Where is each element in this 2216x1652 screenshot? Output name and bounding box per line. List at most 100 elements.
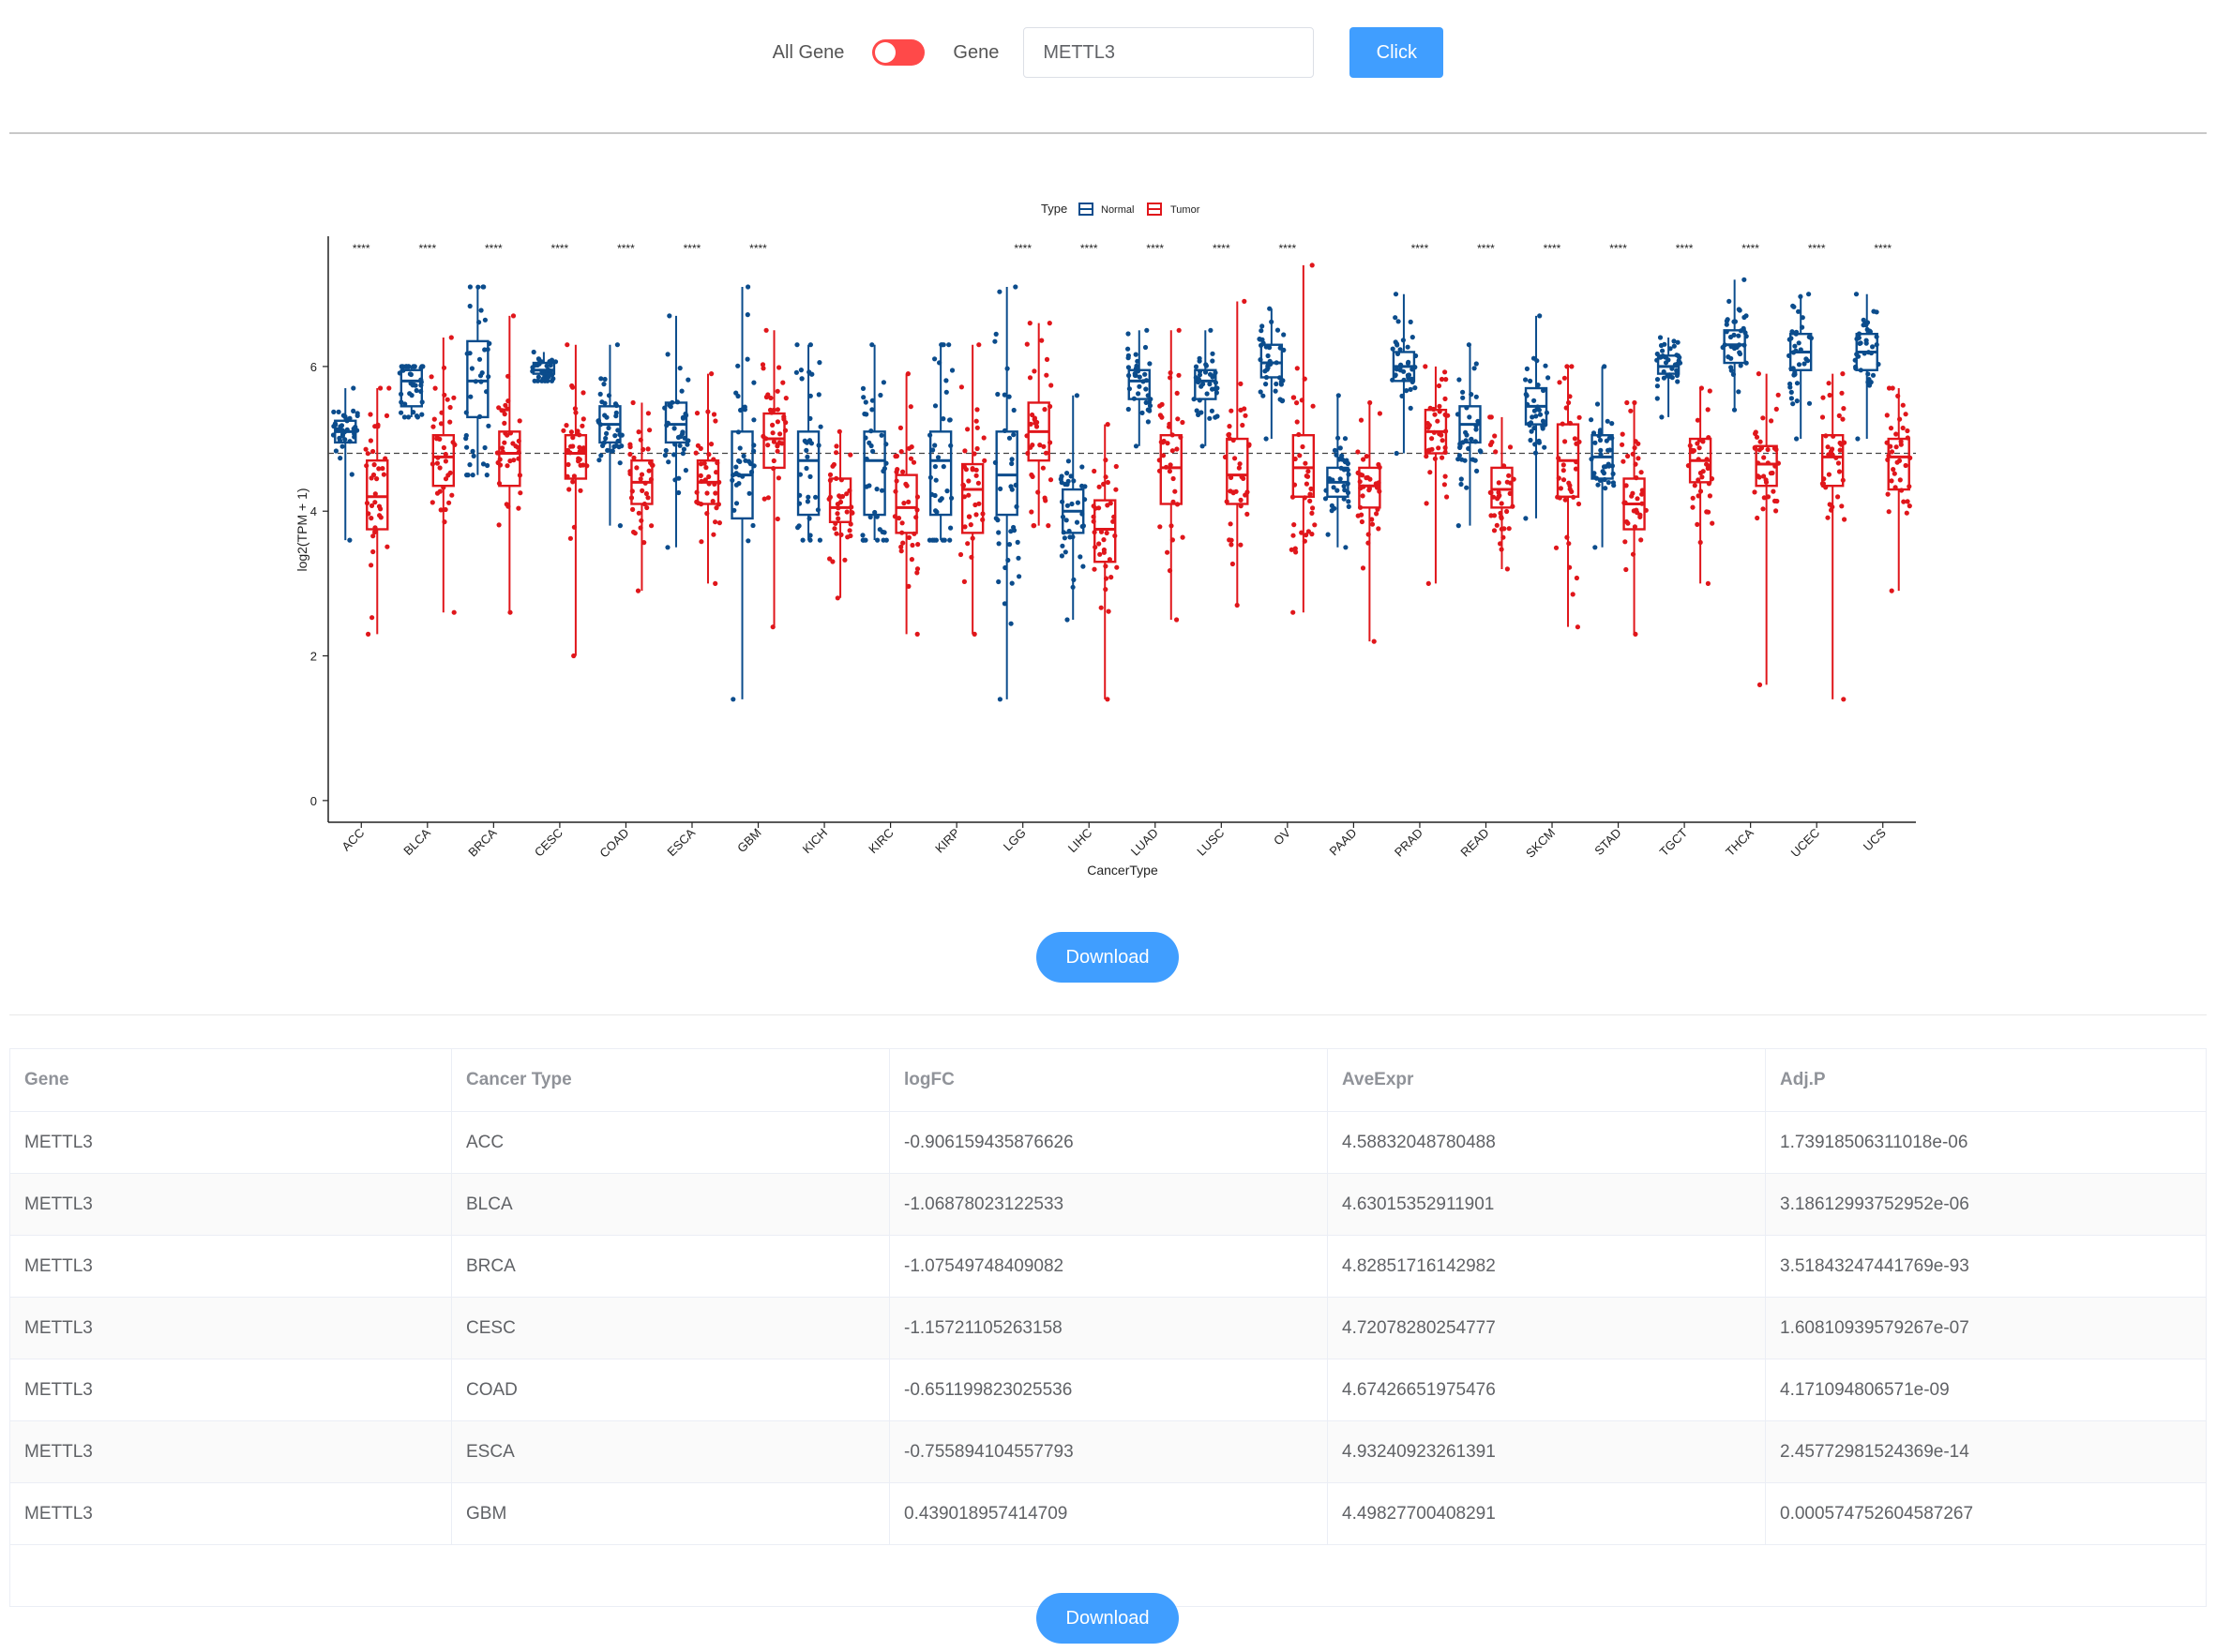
- significance-label: ****: [1609, 242, 1627, 255]
- normal-point: [1393, 315, 1398, 321]
- tumor-point: [844, 491, 850, 497]
- tumor-point: [1227, 537, 1232, 543]
- tumor-point: [370, 472, 377, 478]
- all-gene-toggle[interactable]: [872, 39, 926, 66]
- significance-label: ****: [1477, 242, 1495, 255]
- normal-point: [1592, 545, 1598, 550]
- download-table-button[interactable]: Download: [1036, 1593, 1179, 1644]
- normal-point: [731, 697, 736, 702]
- tumor-point: [1440, 438, 1445, 443]
- table-row[interactable]: METTL3 BLCA -1.06878023122533 4.63015352…: [9, 1173, 2207, 1236]
- click-button[interactable]: Click: [1349, 27, 1444, 78]
- cell-logfc: -0.651199823025536: [889, 1359, 1328, 1421]
- tumor-point: [1572, 436, 1577, 442]
- normal-point: [478, 308, 484, 313]
- normal-point: [477, 373, 484, 379]
- table-row[interactable]: METTL3 ACC -0.906159435876626 4.58832048…: [9, 1111, 2207, 1174]
- tumor-point: [445, 473, 451, 478]
- normal-point: [407, 371, 413, 377]
- normal-point: [476, 356, 483, 362]
- normal-point: [1208, 327, 1214, 333]
- normal-point: [1543, 363, 1548, 368]
- cell-logfc: 0.439018957414709: [889, 1482, 1328, 1545]
- table-row[interactable]: METTL3 BRCA -1.07549748409082 4.82851716…: [9, 1235, 2207, 1298]
- normal-point: [485, 462, 490, 469]
- normal-point: [733, 501, 740, 506]
- col-header-gene[interactable]: Gene: [9, 1048, 452, 1112]
- normal-point: [663, 447, 669, 454]
- tumor-point: [374, 476, 380, 482]
- cell-logfc: -1.07549748409082: [889, 1235, 1328, 1298]
- tumor-point: [447, 419, 453, 425]
- normal-point: [1464, 485, 1470, 490]
- tumor-point: [1835, 494, 1841, 500]
- tumor-point: [1046, 523, 1051, 529]
- normal-point: [798, 368, 805, 373]
- tumor-point: [368, 412, 373, 417]
- tumor-point: [434, 436, 440, 442]
- normal-point: [1147, 408, 1153, 413]
- col-header-adjp[interactable]: Adj.P: [1765, 1048, 2207, 1112]
- tumor-point: [1763, 479, 1770, 485]
- col-header-aveexpr[interactable]: AveExpr: [1327, 1048, 1766, 1112]
- tumor-point: [1695, 521, 1700, 527]
- tumor-point: [1625, 453, 1631, 459]
- normal-point: [864, 412, 869, 417]
- normal-point: [943, 378, 949, 383]
- cell-gene: METTL3: [9, 1173, 452, 1236]
- col-header-logfc[interactable]: logFC: [889, 1048, 1328, 1112]
- normal-point: [1540, 418, 1546, 424]
- normal-point: [1728, 368, 1734, 373]
- normal-point: [1601, 464, 1607, 470]
- cell-aveexpr: 4.58832048780488: [1327, 1111, 1766, 1174]
- tumor-point: [898, 449, 904, 455]
- cell-adjp: 1.60810939579267e-07: [1765, 1297, 2207, 1359]
- normal-point: [1060, 543, 1065, 548]
- tumor-point: [1364, 475, 1369, 481]
- normal-point: [997, 289, 1002, 294]
- tumor-point: [716, 520, 723, 526]
- tumor-point: [1044, 356, 1050, 362]
- normal-point: [1662, 341, 1667, 347]
- normal-point: [1594, 401, 1601, 407]
- table-row[interactable]: METTL3 GBM 0.439018957414709 4.498277004…: [9, 1482, 2207, 1545]
- normal-point: [1610, 480, 1616, 486]
- tumor-point: [644, 504, 650, 511]
- col-header-cancer-type[interactable]: Cancer Type: [451, 1048, 890, 1112]
- tumor-point: [1371, 638, 1377, 644]
- tumor-point: [1047, 321, 1052, 326]
- tumor-point: [1104, 530, 1109, 536]
- tumor-point: [1113, 463, 1119, 470]
- normal-point: [677, 366, 683, 371]
- tumor-point: [904, 483, 910, 488]
- normal-point: [1464, 432, 1470, 438]
- download-plot-button[interactable]: Download: [1036, 932, 1179, 983]
- table-row[interactable]: METTL3 ESCA -0.755894104557793 4.9324092…: [9, 1420, 2207, 1483]
- normal-point: [532, 378, 537, 383]
- tumor-point: [1172, 488, 1178, 494]
- tumor-point: [1424, 501, 1429, 506]
- x-tick-label: LUAD: [1128, 826, 1161, 859]
- tumor-point: [384, 413, 390, 418]
- tumor-point: [634, 465, 640, 471]
- normal-point: [338, 456, 343, 461]
- y-tick-label: 4: [310, 504, 317, 518]
- normal-point: [1530, 414, 1535, 420]
- normal-point: [745, 356, 750, 362]
- tumor-point: [1496, 480, 1501, 486]
- normal-point: [1210, 351, 1215, 356]
- tumor-point: [771, 458, 776, 464]
- tumor-point: [1444, 494, 1450, 500]
- tumor-point: [1291, 395, 1297, 400]
- tumor-point: [974, 407, 980, 413]
- tumor-point: [767, 407, 774, 413]
- normal-point: [1074, 393, 1079, 398]
- gene-input[interactable]: [1023, 27, 1315, 78]
- tumor-point: [1773, 508, 1779, 514]
- table-row[interactable]: METTL3 COAD -0.651199823025536 4.6742665…: [9, 1359, 2207, 1421]
- tumor-point: [1756, 474, 1762, 480]
- table-row[interactable]: METTL3 CESC -1.15721105263158 4.72078280…: [9, 1297, 2207, 1359]
- tumor-point: [565, 342, 570, 348]
- tumor-point: [1029, 509, 1034, 515]
- tumor-point: [627, 451, 633, 458]
